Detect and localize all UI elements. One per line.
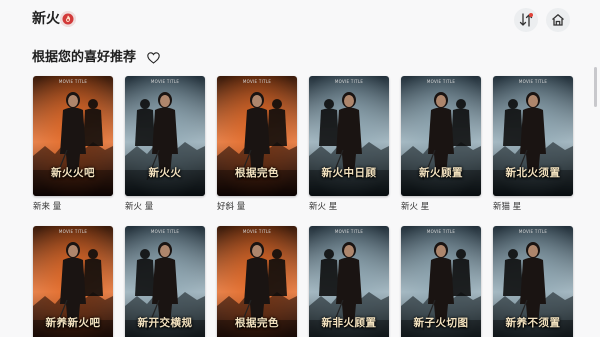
movie-card[interactable]: MOVIE TITLE 新开交横规	[125, 226, 205, 337]
movie-poster[interactable]: MOVIE TITLE 根据完色	[217, 226, 297, 337]
movie-card[interactable]: MOVIE TITLE 新北火须置新猫 星	[493, 76, 573, 213]
app-title: 新火	[32, 11, 60, 27]
section-title: 根据您的喜好推荐	[32, 49, 137, 65]
home-icon	[552, 14, 564, 26]
movie-caption[interactable]: 好斜 量	[217, 202, 297, 213]
poster-title: 新火中日顾	[321, 167, 377, 179]
poster-title: 新子火切图	[413, 317, 469, 329]
poster-tag: MOVIE TITLE	[150, 229, 180, 234]
poster-tag: MOVIE TITLE	[334, 229, 364, 234]
sort-icon	[519, 13, 533, 27]
movie-card[interactable]: MOVIE TITLE 新火顾置新火 星	[401, 76, 481, 213]
movie-poster[interactable]: MOVIE TITLE 新养不须置	[493, 226, 573, 337]
movie-caption[interactable]: 新火 星	[309, 202, 389, 213]
movie-caption[interactable]: 新猫 星	[493, 202, 573, 213]
poster-title: 新火火	[148, 167, 182, 179]
poster-tag: MOVIE TITLE	[242, 79, 272, 84]
poster-tag: MOVIE TITLE	[426, 229, 456, 234]
movie-poster[interactable]: MOVIE TITLE 新火中日顾	[309, 76, 389, 196]
section-header: 根据您的喜好推荐	[32, 47, 160, 67]
poster-title: 新开交横规	[137, 317, 193, 329]
poster-tag: MOVIE TITLE	[58, 229, 88, 234]
movie-card[interactable]: MOVIE TITLE 新火中日顾新火 星	[309, 76, 389, 213]
movie-poster[interactable]: MOVIE TITLE 新非火顾置	[309, 226, 389, 337]
movie-poster[interactable]: MOVIE TITLE 新子火切图	[401, 226, 481, 337]
poster-tag: MOVIE TITLE	[518, 229, 548, 234]
poster-tag: MOVIE TITLE	[242, 229, 272, 234]
flame-logo-icon	[60, 11, 76, 27]
poster-tag: MOVIE TITLE	[150, 79, 180, 84]
poster-title: 新火顾置	[419, 167, 463, 179]
poster-title: 新养不须置	[505, 317, 561, 329]
movie-poster[interactable]: MOVIE TITLE 根据完色	[217, 76, 297, 196]
poster-title: 新养新火吧	[45, 317, 101, 329]
heart-icon[interactable]	[147, 51, 160, 64]
scrollbar-thumb[interactable]	[594, 67, 597, 107]
poster-tag: MOVIE TITLE	[58, 79, 88, 84]
movie-card[interactable]: MOVIE TITLE 新养不须置	[493, 226, 573, 337]
poster-title: 根据完色	[235, 167, 279, 179]
poster-title: 新北火须置	[505, 167, 561, 179]
poster-tag: MOVIE TITLE	[426, 79, 456, 84]
movie-caption[interactable]: 新火 量	[125, 202, 205, 213]
movie-poster[interactable]: MOVIE TITLE 新火火	[125, 76, 205, 196]
movie-poster[interactable]: MOVIE TITLE 新北火须置	[493, 76, 573, 196]
poster-title: 新非火顾置	[321, 317, 377, 329]
movie-card[interactable]: MOVIE TITLE 新火火新火 量	[125, 76, 205, 213]
movie-card[interactable]: MOVIE TITLE 新火火吧新来 量	[33, 76, 113, 213]
app-window: 新火 根据您的喜好推荐 MOVIE TITLE 新火火吧 新来 量 MOVIE …	[0, 0, 600, 337]
scrollbar[interactable]	[594, 55, 598, 335]
home-button[interactable]	[546, 8, 570, 32]
movie-poster[interactable]: MOVIE TITLE 新火火吧	[33, 76, 113, 196]
top-bar: 新火	[0, 0, 600, 38]
poster-title: 新火火吧	[51, 167, 95, 179]
movie-card[interactable]: MOVIE TITLE 新非火顾置	[309, 226, 389, 337]
movie-card[interactable]: MOVIE TITLE 新子火切图	[401, 226, 481, 337]
movie-poster[interactable]: MOVIE TITLE 新火顾置	[401, 76, 481, 196]
movie-poster[interactable]: MOVIE TITLE 新开交横规	[125, 226, 205, 337]
movie-caption[interactable]: 新火 星	[401, 202, 481, 213]
poster-tag: MOVIE TITLE	[518, 79, 548, 84]
movie-card[interactable]: MOVIE TITLE 新养新火吧	[33, 226, 113, 337]
sort-button[interactable]	[514, 8, 538, 32]
movie-card[interactable]: MOVIE TITLE 根据完色好斜 量	[217, 76, 297, 213]
poster-title: 根据完色	[235, 317, 279, 329]
movie-caption[interactable]: 新来 量	[33, 202, 113, 213]
poster-tag: MOVIE TITLE	[334, 79, 364, 84]
movie-poster[interactable]: MOVIE TITLE 新养新火吧	[33, 226, 113, 337]
movie-card[interactable]: MOVIE TITLE 根据完色	[217, 226, 297, 337]
